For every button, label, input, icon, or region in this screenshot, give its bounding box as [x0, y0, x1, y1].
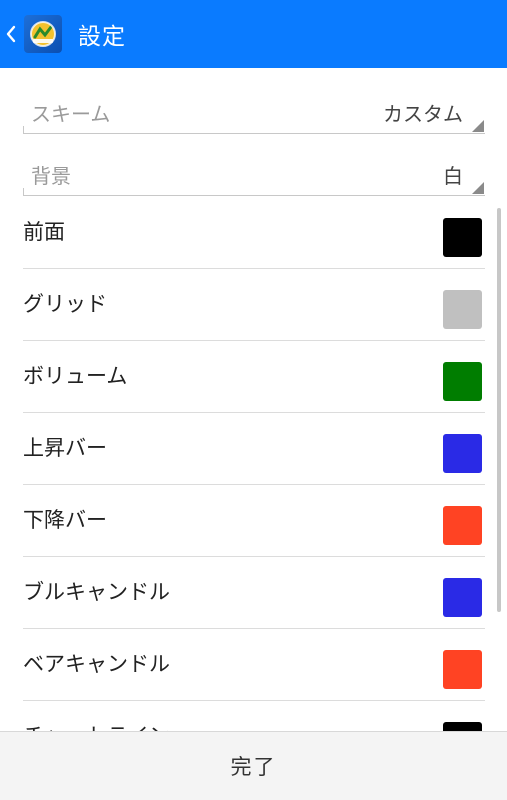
scheme-selector[interactable]: スキーム カスタム: [23, 88, 485, 134]
scheme-label: スキーム: [31, 102, 111, 126]
color-swatch[interactable]: [443, 578, 482, 617]
background-label: 背景: [31, 164, 71, 188]
back-button[interactable]: [0, 0, 62, 68]
chevron-left-icon: [6, 25, 16, 43]
color-row-bull-candle[interactable]: ブルキャンドル: [23, 557, 485, 629]
color-row-grid[interactable]: グリッド: [23, 269, 485, 341]
color-row-label: 上昇バー: [23, 436, 107, 460]
color-swatch[interactable]: [443, 362, 482, 401]
dropdown-corner-icon: [472, 120, 484, 132]
dropdown-corner-icon: [472, 182, 484, 194]
color-row-label: 前面: [23, 220, 65, 244]
color-swatch[interactable]: [443, 290, 482, 329]
metatrader-logo-icon: [24, 15, 62, 53]
settings-list[interactable]: スキーム カスタム 背景 白 前面 グリッド ボリューム 上昇バー 下降バー ブ…: [0, 68, 507, 731]
color-row-label: 下降バー: [23, 508, 107, 532]
color-row-foreground[interactable]: 前面: [23, 197, 485, 269]
footer-bar: 完了: [0, 731, 507, 800]
color-row-label: グリッド: [23, 292, 107, 316]
color-row-label: ブルキャンドル: [23, 580, 170, 604]
color-row-bar-down[interactable]: 下降バー: [23, 485, 485, 557]
color-row-bear-candle[interactable]: ベアキャンドル: [23, 629, 485, 701]
background-value: 白: [443, 164, 463, 188]
color-swatch[interactable]: [443, 506, 482, 545]
color-swatch[interactable]: [443, 722, 482, 731]
done-button[interactable]: 完了: [191, 741, 317, 791]
scrollbar[interactable]: [497, 208, 501, 612]
color-swatch[interactable]: [443, 434, 482, 473]
color-row-label: ベアキャンドル: [23, 652, 170, 676]
color-row-chart-line[interactable]: チャートライン: [23, 701, 485, 731]
spinner-edge: [23, 126, 24, 133]
color-swatch[interactable]: [443, 218, 482, 257]
color-row-bar-up[interactable]: 上昇バー: [23, 413, 485, 485]
scheme-value: カスタム: [383, 102, 463, 126]
spinner-edge: [23, 188, 24, 195]
page-title: 設定: [78, 24, 126, 50]
color-swatch[interactable]: [443, 650, 482, 689]
color-row-volume[interactable]: ボリューム: [23, 341, 485, 413]
color-row-label: チャートライン: [23, 720, 170, 731]
color-row-label: ボリューム: [23, 364, 128, 388]
background-selector[interactable]: 背景 白: [23, 150, 485, 196]
app-bar: 設定: [0, 0, 507, 68]
